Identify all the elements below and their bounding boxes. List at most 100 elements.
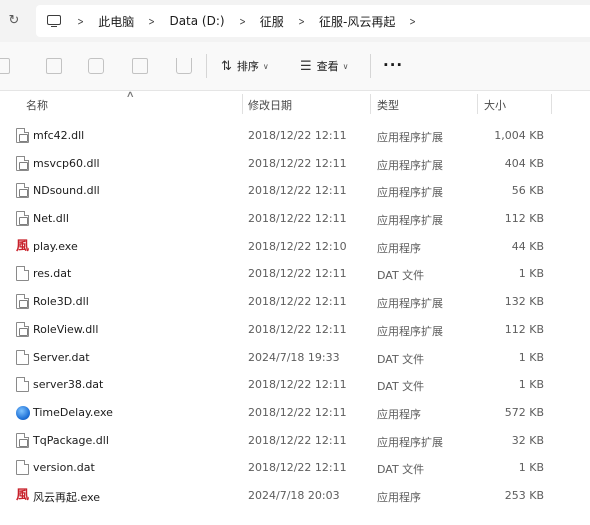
file-type: 应用程序扩展 <box>377 186 443 200</box>
file-row[interactable]: Role3D.dll 2018/12/22 12:11 应用程序扩展 132 KB <box>0 288 590 316</box>
column-name[interactable]: 名称 <box>26 97 48 113</box>
sort-ascending-icon: ∧ <box>125 90 135 100</box>
file-type: 应用程序 <box>377 241 421 255</box>
file-row[interactable]: Net.dll 2018/12/22 12:11 应用程序扩展 112 KB <box>0 205 590 233</box>
address-bar-row: ↻ > 此电脑 > Data (D:) > 征服 > 征服-风云再起 > <box>0 0 590 42</box>
command-bar: ⇅ 排序 ∨ ☰ 查看 ∨ ··· <box>0 42 590 91</box>
file-size: 112 KB <box>504 212 544 226</box>
copy-icon[interactable] <box>0 58 10 74</box>
file-name: Role3D.dll <box>33 295 89 309</box>
rename-icon[interactable] <box>88 58 104 74</box>
file-size: 56 KB <box>511 184 544 198</box>
file-type: 应用程序 <box>377 407 421 421</box>
file-name: Net.dll <box>33 212 69 226</box>
dll-icon <box>16 128 29 143</box>
share-icon[interactable] <box>132 58 148 74</box>
file-size: 1 KB <box>518 350 544 364</box>
file-modified-date: 2018/12/22 12:11 <box>248 156 347 170</box>
dll-icon <box>16 432 29 448</box>
file-modified-date: 2018/12/22 12:11 <box>248 378 347 392</box>
dll-icon <box>16 211 29 227</box>
breadcrumb-item[interactable]: 征服 <box>260 13 284 30</box>
file-name: version.dat <box>33 461 95 475</box>
chevron-right-icon[interactable]: > <box>77 15 83 28</box>
file-row[interactable]: 風风云再起.exe 2024/7/18 20:03 应用程序 253 KB <box>0 482 590 510</box>
file-icon <box>16 349 29 365</box>
file-modified-date: 2024/7/18 20:03 <box>248 488 340 502</box>
file-type: 应用程序扩展 <box>377 297 443 311</box>
breadcrumb-item[interactable]: Data (D:) <box>169 14 224 28</box>
file-size: 132 KB <box>504 295 544 309</box>
dll-icon <box>16 155 29 171</box>
file-size: 32 KB <box>511 433 544 447</box>
address-bar[interactable]: > 此电脑 > Data (D:) > 征服 > 征服-风云再起 > <box>36 5 590 37</box>
column-divider[interactable] <box>242 94 243 114</box>
file-row[interactable]: TimeDelay.exe 2018/12/22 12:11 应用程序 572 KB <box>0 399 590 427</box>
file-name: server38.dat <box>33 378 104 392</box>
file-size: 1 KB <box>518 461 544 475</box>
file-size: 112 KB <box>504 322 544 336</box>
file-row[interactable]: RoleView.dll 2018/12/22 12:11 应用程序扩展 112 KB <box>0 316 590 344</box>
refresh-icon[interactable]: ↻ <box>6 13 22 29</box>
file-type: 应用程序扩展 <box>377 435 443 449</box>
file-row[interactable]: Server.dat 2024/7/18 19:33 DAT 文件 1 KB <box>0 344 590 372</box>
dll-icon <box>16 294 29 310</box>
column-divider[interactable] <box>477 94 478 114</box>
globe-icon <box>16 405 30 420</box>
file-type: 应用程序扩展 <box>377 324 443 338</box>
file-size: 253 KB <box>504 488 544 502</box>
file-name: msvcp60.dll <box>33 156 100 170</box>
file-row[interactable]: mfc42.dll 2018/12/22 12:11 应用程序扩展 1,004 KB <box>0 122 590 150</box>
file-name: TqPackage.dll <box>33 433 109 447</box>
chevron-right-icon[interactable]: > <box>410 15 416 28</box>
column-size[interactable]: 大小 <box>484 97 506 113</box>
file-row[interactable]: 風 play.exe 2018/12/22 12:10 应用程序 44 KB <box>0 233 590 261</box>
view-button[interactable]: ☰ 查看 ∨ <box>300 56 349 76</box>
dll-icon <box>16 183 29 199</box>
file-type: 应用程序扩展 <box>377 158 443 172</box>
file-modified-date: 2018/12/22 12:11 <box>248 212 347 226</box>
file-name: play.exe <box>33 239 78 253</box>
toolbar-divider <box>206 54 207 78</box>
file-icon <box>16 266 29 282</box>
file-name: RoleView.dll <box>33 322 99 336</box>
file-size: 44 KB <box>511 239 544 253</box>
sort-button[interactable]: ⇅ 排序 ∨ <box>221 56 269 76</box>
file-modified-date: 2024/7/18 19:33 <box>248 350 340 364</box>
file-list: mfc42.dll 2018/12/22 12:11 应用程序扩展 1,004 KB m… <box>0 122 590 510</box>
file-row[interactable]: msvcp60.dll 2018/12/22 12:11 应用程序扩展 404 KB <box>0 150 590 178</box>
computer-icon[interactable] <box>46 13 62 29</box>
delete-icon[interactable] <box>176 58 192 74</box>
column-date[interactable]: 修改日期 <box>248 97 292 113</box>
more-options-button[interactable]: ··· <box>383 56 403 74</box>
paste-icon[interactable] <box>46 58 62 74</box>
file-modified-date: 2018/12/22 12:11 <box>248 433 347 447</box>
column-type[interactable]: 类型 <box>377 97 399 113</box>
file-row[interactable]: version.dat 2018/12/22 12:11 DAT 文件 1 KB <box>0 454 590 482</box>
file-type: DAT 文件 <box>377 352 425 366</box>
file-modified-date: 2018/12/22 12:11 <box>248 184 347 198</box>
file-row[interactable]: res.dat 2018/12/22 12:11 DAT 文件 1 KB <box>0 260 590 288</box>
app-red-icon: 風 <box>16 487 30 503</box>
chevron-right-icon[interactable]: > <box>149 15 155 28</box>
file-name: TimeDelay.exe <box>33 405 113 419</box>
file-row[interactable]: TqPackage.dll 2018/12/22 12:11 应用程序扩展 32 KB <box>0 427 590 455</box>
column-divider[interactable] <box>551 94 552 114</box>
file-icon <box>16 377 29 393</box>
breadcrumb-item[interactable]: 此电脑 <box>98 13 134 30</box>
breadcrumb-item[interactable]: 征服-风云再起 <box>319 13 395 30</box>
file-modified-date: 2018/12/22 12:10 <box>248 239 347 253</box>
file-size: 1 KB <box>518 378 544 392</box>
file-type: 应用程序 <box>377 490 421 504</box>
sort-label: 排序 <box>236 60 259 73</box>
file-icon <box>16 460 29 476</box>
file-row[interactable]: server38.dat 2018/12/22 12:11 DAT 文件 1 KB <box>0 371 590 399</box>
file-size: 572 KB <box>504 405 544 419</box>
column-divider[interactable] <box>370 94 371 114</box>
file-modified-date: 2018/12/22 12:11 <box>248 267 347 281</box>
chevron-down-icon: ∨ <box>262 61 269 71</box>
file-modified-date: 2018/12/22 12:11 <box>248 295 347 309</box>
chevron-right-icon[interactable]: > <box>298 15 304 28</box>
chevron-right-icon[interactable]: > <box>239 15 245 28</box>
file-row[interactable]: NDsound.dll 2018/12/22 12:11 应用程序扩展 56 KB <box>0 177 590 205</box>
